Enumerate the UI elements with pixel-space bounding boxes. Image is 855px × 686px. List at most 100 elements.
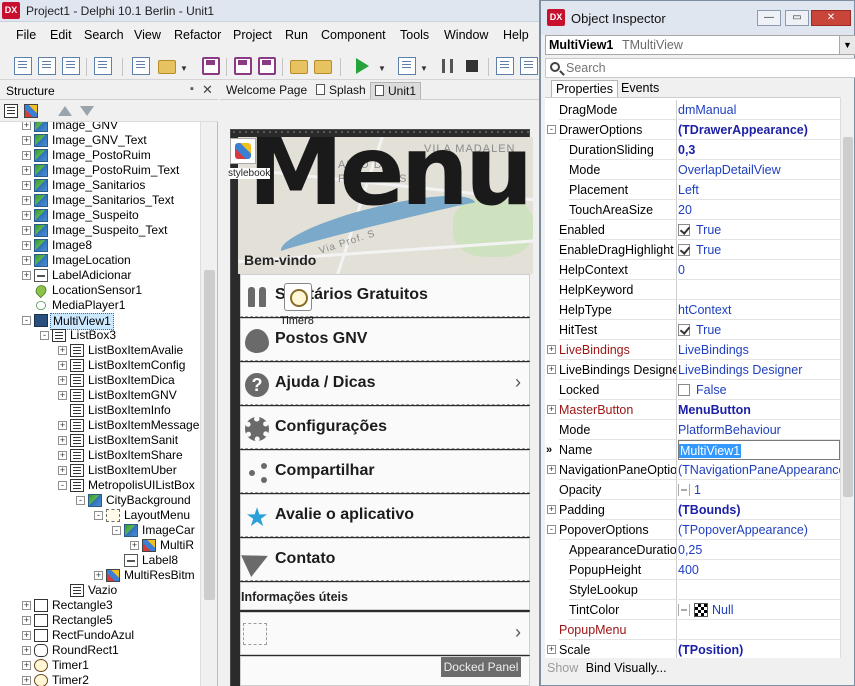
property-value[interactable]: OverlapDetailView [678, 160, 840, 180]
property-row[interactable]: Mode OverlapDetailView [545, 160, 840, 180]
property-row[interactable]: AppearanceDuration 0,25 [545, 540, 840, 560]
expand-icon[interactable]: + [58, 451, 67, 460]
menu-item[interactable]: Search [84, 28, 124, 42]
expand-icon[interactable]: + [547, 645, 556, 654]
expand-icon[interactable]: + [547, 405, 556, 414]
expand-icon[interactable]: + [58, 421, 67, 430]
tab-events[interactable]: Events [617, 80, 663, 97]
expand-icon[interactable]: + [547, 345, 556, 354]
search-input[interactable] [566, 60, 846, 76]
step-over-icon[interactable] [520, 57, 538, 75]
property-row[interactable]: + Padding (TBounds) [545, 500, 840, 520]
property-row[interactable]: Placement Left [545, 180, 840, 200]
trace-into-icon[interactable] [496, 57, 514, 75]
property-row[interactable]: StyleLookup [545, 580, 840, 600]
new-items-icon[interactable] [132, 57, 150, 75]
property-row[interactable]: HelpKeyword [545, 280, 840, 300]
property-value[interactable]: False [678, 380, 840, 400]
tab-properties[interactable]: Properties [551, 80, 618, 97]
collapse-icon[interactable]: - [547, 525, 556, 534]
expand-icon[interactable]: + [22, 661, 31, 670]
property-row[interactable]: Opacity 1 [545, 480, 840, 500]
tab-splash[interactable]: Splash [312, 82, 370, 99]
checkbox[interactable] [678, 384, 690, 396]
property-value[interactable]: 400 [678, 560, 840, 580]
collapse-icon[interactable]: - [547, 125, 556, 134]
menu-list-item[interactable]: ★ Avalie o aplicativo [240, 494, 530, 537]
scrollbar-thumb[interactable] [843, 137, 853, 497]
expand-icon[interactable]: + [547, 505, 556, 514]
property-row[interactable]: +NavigationPaneOptions(TNavigationPaneAp… [545, 460, 840, 480]
property-row[interactable]: Enabled True [545, 220, 840, 240]
property-row[interactable]: + MasterButton MenuButton [545, 400, 840, 420]
property-row[interactable]: HelpContext 0 [545, 260, 840, 280]
property-value[interactable] [678, 620, 840, 640]
menu-item[interactable]: Window [444, 28, 488, 42]
pin-icon[interactable]: ▪ [190, 83, 194, 95]
property-row[interactable]: EnableDragHighlight True [545, 240, 840, 260]
scrollbar-thumb[interactable] [204, 270, 215, 600]
property-row[interactable]: TintColor Null [545, 600, 840, 620]
move-up-icon[interactable] [58, 106, 72, 116]
structure-filter-icon[interactable] [4, 104, 18, 118]
remove-file-icon[interactable] [314, 60, 332, 74]
open-project-icon[interactable] [158, 60, 176, 74]
collapse-icon[interactable]: - [22, 316, 31, 325]
maximize-button[interactable]: ▭ [785, 10, 809, 26]
structure-delete-icon[interactable] [24, 104, 38, 118]
menu-list-item[interactable]: ? Ajuda / Dicas › [240, 362, 530, 405]
collapse-icon[interactable]: - [40, 331, 49, 340]
property-value[interactable]: LiveBindings [678, 340, 840, 360]
bind-visually-link[interactable]: Bind Visually... [586, 661, 667, 675]
close-button[interactable]: ✕ [811, 10, 851, 26]
expand-icon[interactable]: + [22, 646, 31, 655]
collapse-icon[interactable]: - [94, 511, 103, 520]
expand-icon[interactable]: + [22, 256, 31, 265]
property-value[interactable]: 0 [678, 260, 840, 280]
city-background-map[interactable]: VILA MADALEN ALTO DE PINHEIROS Via Prof.… [238, 137, 533, 274]
property-row[interactable]: Mode PlatformBehaviour [545, 420, 840, 440]
property-value[interactable] [678, 580, 840, 600]
expand-icon[interactable]: + [58, 391, 67, 400]
toggle-form-unit-icon[interactable] [94, 57, 112, 75]
menu-item[interactable]: Edit [50, 28, 72, 42]
expand-icon[interactable]: + [22, 181, 31, 190]
property-value[interactable]: htContext [678, 300, 840, 320]
property-value[interactable]: LiveBindings Designer [678, 360, 840, 380]
property-value[interactable]: PlatformBehaviour [678, 420, 840, 440]
object-selector[interactable]: MultiView1 TMultiView ▼ [545, 35, 855, 55]
menu-item[interactable]: Help [503, 28, 529, 42]
expand-icon[interactable]: + [58, 346, 67, 355]
property-value[interactable]: Null [678, 600, 840, 620]
expand-icon[interactable]: + [22, 631, 31, 640]
expand-icon[interactable]: + [130, 541, 139, 550]
tab-welcome-page[interactable]: Welcome Page [222, 82, 311, 99]
property-row[interactable]: HelpType htContext [545, 300, 840, 320]
property-row[interactable]: DragMode dmManual [545, 100, 840, 120]
expand-icon[interactable]: + [22, 136, 31, 145]
property-value[interactable]: Left [678, 180, 840, 200]
menu-item[interactable]: Project [233, 28, 272, 42]
property-grid-scrollbar[interactable] [840, 97, 854, 658]
property-row[interactable]: HitTest True [545, 320, 840, 340]
menu-item[interactable]: Run [285, 28, 308, 42]
expand-icon[interactable]: + [58, 436, 67, 445]
expand-icon[interactable]: + [22, 676, 31, 685]
property-row[interactable]: PopupHeight 400 [545, 560, 840, 580]
menu-item[interactable]: Tools [400, 28, 429, 42]
expand-icon[interactable]: + [547, 465, 556, 474]
property-value[interactable]: MultiView1 [678, 440, 840, 460]
property-row[interactable]: DurationSliding 0,3 [545, 140, 840, 160]
expand-icon[interactable]: + [94, 571, 103, 580]
property-row[interactable]: » Name MultiView1 [545, 440, 840, 460]
collapse-icon[interactable]: - [58, 481, 67, 490]
view-form-icon[interactable] [62, 57, 80, 75]
property-value[interactable]: 0,3 [678, 140, 840, 160]
minimize-button[interactable]: — [757, 10, 781, 26]
info-header[interactable]: Informações úteis [240, 582, 530, 610]
collapse-icon[interactable]: - [76, 496, 85, 505]
property-value[interactable]: 0,25 [678, 540, 840, 560]
expand-icon[interactable]: + [22, 241, 31, 250]
add-file-icon[interactable] [290, 60, 308, 74]
property-row[interactable]: + LiveBindings Designer LiveBindings Desig… [545, 360, 840, 380]
